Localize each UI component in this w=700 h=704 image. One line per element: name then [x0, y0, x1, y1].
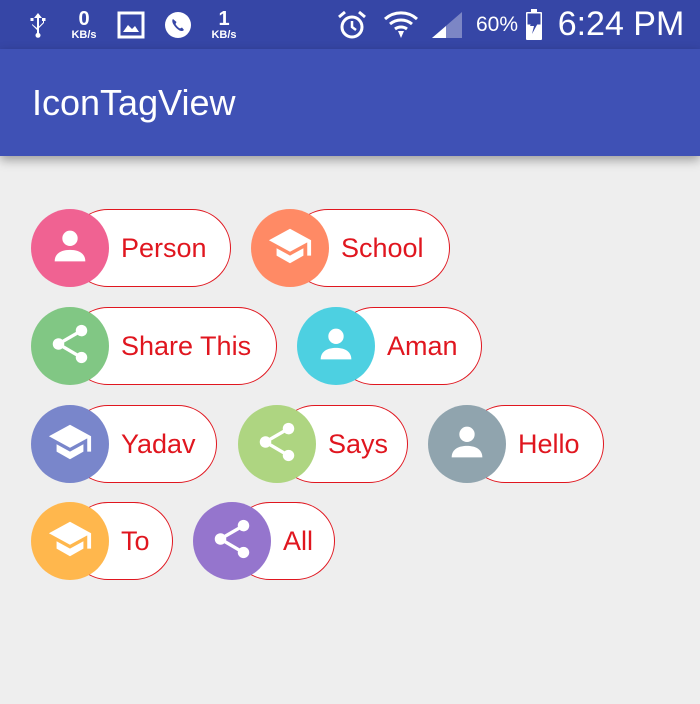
- net-speed-unit: KB/s: [71, 28, 97, 41]
- icon-tag[interactable]: Says: [238, 405, 408, 483]
- app-bar: IconTagView: [0, 49, 700, 156]
- tag-label: Says: [328, 429, 389, 459]
- app-title: IconTagView: [32, 82, 236, 123]
- tag-label: Share This: [121, 331, 252, 361]
- status-bar: 0 KB/s 1 KB/s 60% 6:24 PM: [0, 0, 700, 49]
- icon-tag[interactable]: To: [31, 502, 173, 580]
- school-icon: [267, 223, 313, 274]
- tag-icon-circle: [428, 405, 506, 483]
- net-speed-value: 0: [78, 7, 90, 30]
- tag-icon-circle: [31, 502, 109, 580]
- clock: 6:24 PM: [557, 5, 685, 43]
- icon-tag[interactable]: Hello: [428, 405, 604, 483]
- tag-label: Person: [121, 233, 207, 263]
- icon-tag[interactable]: Person: [31, 209, 231, 287]
- battery-charging-icon: [522, 0, 546, 49]
- image-icon: [114, 0, 148, 49]
- share-icon: [254, 419, 300, 470]
- usb-icon: [22, 0, 54, 49]
- viber-icon: [160, 0, 196, 49]
- tag-label: Hello: [518, 429, 580, 459]
- tag-icon-circle: [31, 405, 109, 483]
- net-speed-up: 1 KB/s: [204, 0, 244, 49]
- icon-tag[interactable]: School: [251, 209, 450, 287]
- school-icon: [47, 516, 93, 567]
- tag-icon-circle: [31, 209, 109, 287]
- person-icon: [444, 419, 490, 470]
- net-speed-value: 1: [218, 7, 230, 30]
- icon-tag[interactable]: Yadav: [31, 405, 217, 483]
- icon-tag[interactable]: Share This: [31, 307, 277, 385]
- alarm-icon: [334, 0, 370, 49]
- tag-label: To: [121, 526, 150, 556]
- tag-icon-circle: [193, 502, 271, 580]
- battery-percent: 60%: [475, 12, 519, 36]
- cell-signal-icon: [428, 0, 466, 49]
- tag-icon-circle: [31, 307, 109, 385]
- tag-icon-circle: [251, 209, 329, 287]
- net-speed-down: 0 KB/s: [64, 0, 104, 49]
- tag-label: All: [283, 526, 314, 556]
- person-icon: [47, 223, 93, 274]
- share-icon: [47, 321, 93, 372]
- wifi-icon: [382, 0, 420, 49]
- tag-label: Aman: [387, 331, 458, 361]
- tag-label: School: [341, 233, 424, 263]
- school-icon: [47, 419, 93, 470]
- person-icon: [313, 321, 359, 372]
- icon-tag[interactable]: Aman: [297, 307, 482, 385]
- icon-tag[interactable]: All: [193, 502, 335, 580]
- net-speed-unit: KB/s: [211, 28, 237, 41]
- share-icon: [209, 516, 255, 567]
- tag-icon-circle: [238, 405, 316, 483]
- tag-label: Yadav: [121, 429, 196, 459]
- tag-icon-circle: [297, 307, 375, 385]
